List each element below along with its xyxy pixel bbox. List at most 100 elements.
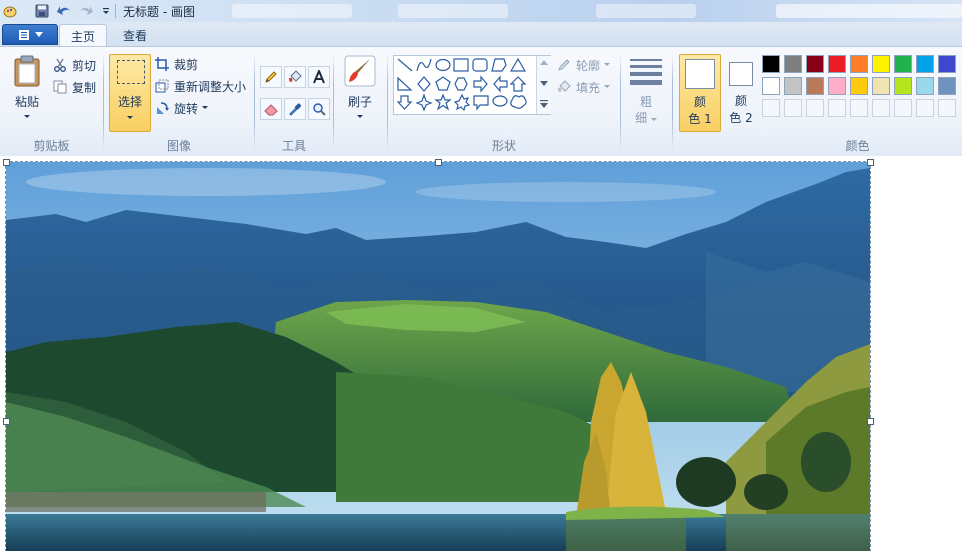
- pencil-icon[interactable]: [260, 66, 282, 88]
- text-icon[interactable]: [308, 66, 330, 88]
- resize-handle[interactable]: [435, 159, 442, 166]
- fill-label: 填充: [576, 80, 601, 95]
- size-label-line2: 细: [635, 111, 648, 125]
- save-icon[interactable]: [34, 3, 50, 19]
- color1-button[interactable]: 颜 色 1: [679, 54, 721, 132]
- palette-color-swatch[interactable]: [806, 77, 824, 95]
- scroll-down-icon[interactable]: [540, 81, 548, 86]
- brushes-label: 刷子: [347, 95, 372, 109]
- chevron-down-icon: [357, 115, 363, 118]
- resize-button[interactable]: 重新调整大小: [154, 76, 246, 96]
- tools-group-label: 工具: [281, 139, 306, 153]
- resize-handle[interactable]: [867, 418, 874, 425]
- chevron-down-icon: [34, 31, 43, 37]
- copy-button[interactable]: 复制: [52, 77, 96, 97]
- customize-dropdown-icon[interactable]: [98, 3, 114, 19]
- ribbon-tab-row: 主页 查看: [0, 22, 962, 47]
- custom-color-slot[interactable]: [894, 99, 912, 117]
- palette-color-swatch[interactable]: [762, 77, 780, 95]
- palette-color-swatch[interactable]: [828, 55, 846, 73]
- outline-button[interactable]: 轮廓: [556, 55, 611, 75]
- color1-label-line1: 颜: [693, 95, 706, 109]
- qat-divider: [115, 4, 116, 18]
- color1-swatch: [685, 59, 715, 89]
- custom-color-slot[interactable]: [938, 99, 956, 117]
- size-button[interactable]: 粗 细: [626, 55, 666, 127]
- custom-color-slot[interactable]: [828, 99, 846, 117]
- palette-color-swatch[interactable]: [916, 77, 934, 95]
- size-line-icon: [630, 72, 662, 76]
- fill-button[interactable]: 填充: [556, 77, 611, 97]
- ribbon: 粘贴 剪切 复制 剪贴板 选择 裁剪 重新调整大小 旋转 图像 工具 刷子 形状…: [0, 46, 962, 157]
- palette-color-swatch[interactable]: [828, 77, 846, 95]
- palette-color-swatch[interactable]: [938, 77, 956, 95]
- tab-home[interactable]: 主页: [59, 24, 107, 47]
- palette-color-swatch[interactable]: [762, 55, 780, 73]
- size-line-icon: [630, 59, 662, 61]
- file-menu-button[interactable]: [2, 24, 58, 45]
- colors-group-label: 颜色: [845, 139, 870, 153]
- color2-swatch: [729, 62, 753, 86]
- clipboard-group-label: 剪贴板: [33, 139, 70, 153]
- palette-color-swatch[interactable]: [938, 55, 956, 73]
- eraser-icon[interactable]: [260, 98, 282, 120]
- resize-handle[interactable]: [3, 418, 10, 425]
- custom-color-slot[interactable]: [784, 99, 802, 117]
- fill-bucket-icon[interactable]: [284, 66, 306, 88]
- resize-handle[interactable]: [3, 159, 10, 166]
- select-button[interactable]: 选择: [109, 54, 151, 132]
- palette-color-swatch[interactable]: [850, 55, 868, 73]
- background-window-tab: [596, 4, 696, 18]
- tab-view[interactable]: 查看: [112, 24, 158, 46]
- scroll-up-icon[interactable]: [540, 60, 548, 65]
- color2-label-line1: 颜: [734, 94, 747, 108]
- scissors-icon: [52, 57, 68, 73]
- image-group: 选择 裁剪 重新调整大小 旋转 图像: [104, 47, 254, 156]
- palette-color-swatch[interactable]: [806, 55, 824, 73]
- rotate-icon: [154, 100, 170, 116]
- custom-color-slot[interactable]: [850, 99, 868, 117]
- paint-app-icon[interactable]: [2, 3, 18, 19]
- paste-button[interactable]: 粘贴: [10, 55, 44, 125]
- palette-color-swatch[interactable]: [872, 55, 890, 73]
- menu-icon: [18, 29, 29, 40]
- shapes-scrollbar[interactable]: [536, 56, 551, 114]
- chevron-down-icon: [604, 63, 611, 66]
- title-bar: 无标题 - 画图: [0, 0, 962, 23]
- palette-color-swatch[interactable]: [872, 77, 890, 95]
- custom-color-slot[interactable]: [762, 99, 780, 117]
- custom-color-slot[interactable]: [916, 99, 934, 117]
- fill-bucket-icon: [556, 79, 572, 95]
- window-title: 无标题 - 画图: [123, 5, 195, 19]
- palette-color-swatch[interactable]: [894, 55, 912, 73]
- resize-handle[interactable]: [867, 159, 874, 166]
- custom-color-slot[interactable]: [806, 99, 824, 117]
- colors-group: 颜 色 1 颜 色 2 颜色: [673, 47, 962, 156]
- landscape-photo: [6, 162, 870, 551]
- size-line-icon: [630, 80, 662, 85]
- magnifier-icon[interactable]: [308, 98, 330, 120]
- palette-color-swatch[interactable]: [894, 77, 912, 95]
- redo-icon[interactable]: [78, 3, 94, 19]
- brush-icon: [344, 55, 376, 87]
- expand-gallery-icon[interactable]: [540, 100, 548, 108]
- color-palette: [762, 55, 962, 119]
- drawing-canvas[interactable]: [5, 161, 871, 551]
- size-line-icon: [630, 65, 662, 68]
- color2-label-line2: 色 2: [729, 111, 753, 125]
- shapes-group-label: 形状: [491, 139, 516, 153]
- color-picker-icon[interactable]: [284, 98, 306, 120]
- cut-button[interactable]: 剪切: [52, 55, 96, 75]
- brushes-button[interactable]: 刷子: [341, 55, 379, 127]
- paste-label: 粘贴: [14, 95, 39, 109]
- size-label-line1: 粗: [639, 95, 652, 109]
- palette-color-swatch[interactable]: [784, 77, 802, 95]
- palette-color-swatch[interactable]: [784, 55, 802, 73]
- color2-button[interactable]: 颜 色 2: [723, 54, 759, 130]
- palette-color-swatch[interactable]: [850, 77, 868, 95]
- rotate-button[interactable]: 旋转: [154, 98, 209, 118]
- crop-button[interactable]: 裁剪: [154, 54, 198, 74]
- undo-icon[interactable]: [56, 3, 72, 19]
- palette-color-swatch[interactable]: [916, 55, 934, 73]
- custom-color-slot[interactable]: [872, 99, 890, 117]
